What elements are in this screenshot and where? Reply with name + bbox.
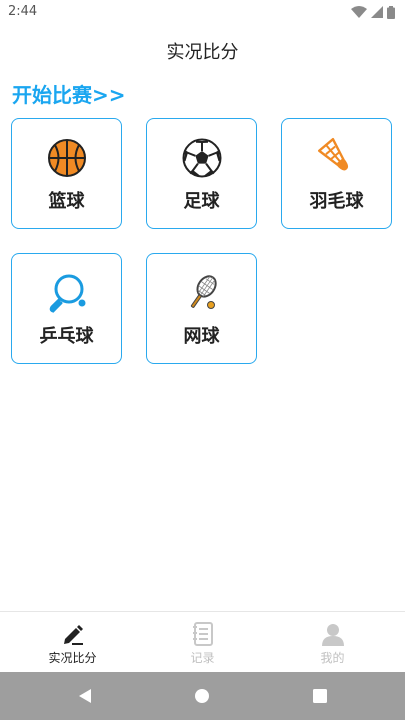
sport-card-soccer[interactable]: 足球 — [146, 118, 257, 229]
nav-label: 我的 — [320, 651, 345, 665]
nav-item-records[interactable]: 记录 — [135, 612, 270, 673]
sport-card-ping-pong[interactable]: 乒乓球 — [11, 253, 122, 364]
sport-card-basketball[interactable]: 篮球 — [11, 118, 122, 229]
sport-card-tennis[interactable]: 网球 — [146, 253, 257, 364]
wifi-icon — [351, 6, 367, 18]
system-nav-bar — [0, 672, 405, 720]
notebook-icon — [192, 622, 213, 646]
recents-icon[interactable] — [312, 688, 328, 704]
nav-label: 记录 — [190, 651, 215, 665]
shuttlecock-icon — [317, 137, 348, 171]
nav-item-live-score[interactable]: 实况比分 — [5, 612, 140, 673]
sport-label: 足球 — [183, 191, 220, 212]
sport-card-badminton[interactable]: 羽毛球 — [281, 118, 392, 229]
home-icon[interactable] — [194, 688, 210, 704]
nav-label: 实况比分 — [48, 651, 97, 665]
soccer-ball-icon — [182, 138, 221, 178]
back-icon[interactable] — [77, 688, 93, 704]
battery-icon — [387, 5, 395, 19]
ping-pong-paddle-icon — [49, 274, 85, 313]
status-icons — [351, 5, 395, 19]
pen-icon — [63, 625, 83, 645]
status-bar: 2:44 — [0, 0, 405, 24]
sport-label: 网球 — [183, 326, 220, 347]
start-match-heading[interactable]: 开始比赛>> — [12, 79, 126, 108]
bottom-nav: 实况比分 记录 我的 — [0, 611, 405, 673]
sport-label: 篮球 — [48, 191, 85, 212]
tennis-racket-icon — [190, 275, 217, 309]
sport-label: 乒乓球 — [39, 326, 94, 347]
status-time: 2:44 — [8, 4, 38, 19]
signal-icon — [371, 6, 383, 18]
user-icon — [321, 624, 344, 646]
nav-item-mine[interactable]: 我的 — [265, 612, 400, 673]
page-title: 实况比分 — [166, 42, 239, 63]
basketball-icon — [47, 139, 86, 177]
sport-label: 羽毛球 — [309, 191, 364, 212]
